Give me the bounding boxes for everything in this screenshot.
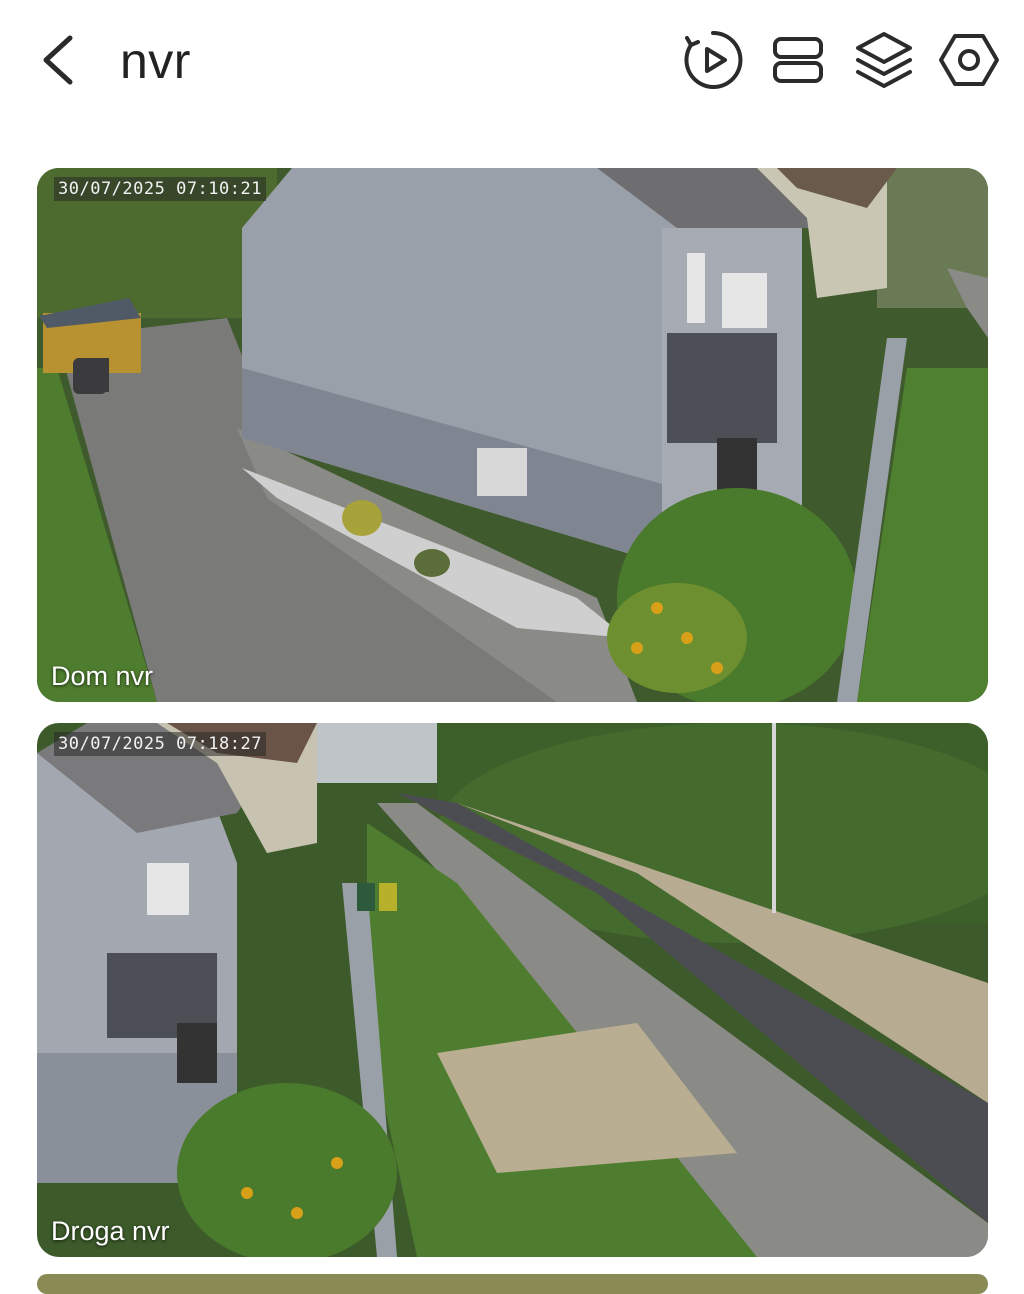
- layers-icon[interactable]: [852, 28, 916, 92]
- back-arrow-icon[interactable]: [38, 30, 82, 90]
- camera-tile-partial[interactable]: [37, 1274, 988, 1294]
- camera-tile-dom[interactable]: 30/07/2025 07:10:21 Dom nvr: [37, 168, 988, 702]
- page-title: nvr: [120, 33, 191, 89]
- playback-icon[interactable]: [681, 28, 745, 92]
- settings-icon[interactable]: [937, 28, 1001, 92]
- top-bar: nvr: [0, 0, 1024, 125]
- timestamp-overlay: 30/07/2025 07:18:27: [54, 732, 266, 756]
- camera-name: Dom nvr: [51, 661, 154, 691]
- camera-feed-image: [37, 723, 988, 1257]
- timestamp-overlay: 30/07/2025 07:10:21: [54, 177, 266, 201]
- layout-icon[interactable]: [766, 28, 830, 92]
- camera-tile-droga[interactable]: 30/07/2025 07:18:27 Droga nvr: [37, 723, 988, 1257]
- camera-name: Droga nvr: [51, 1216, 170, 1246]
- camera-feed-image: [37, 168, 988, 702]
